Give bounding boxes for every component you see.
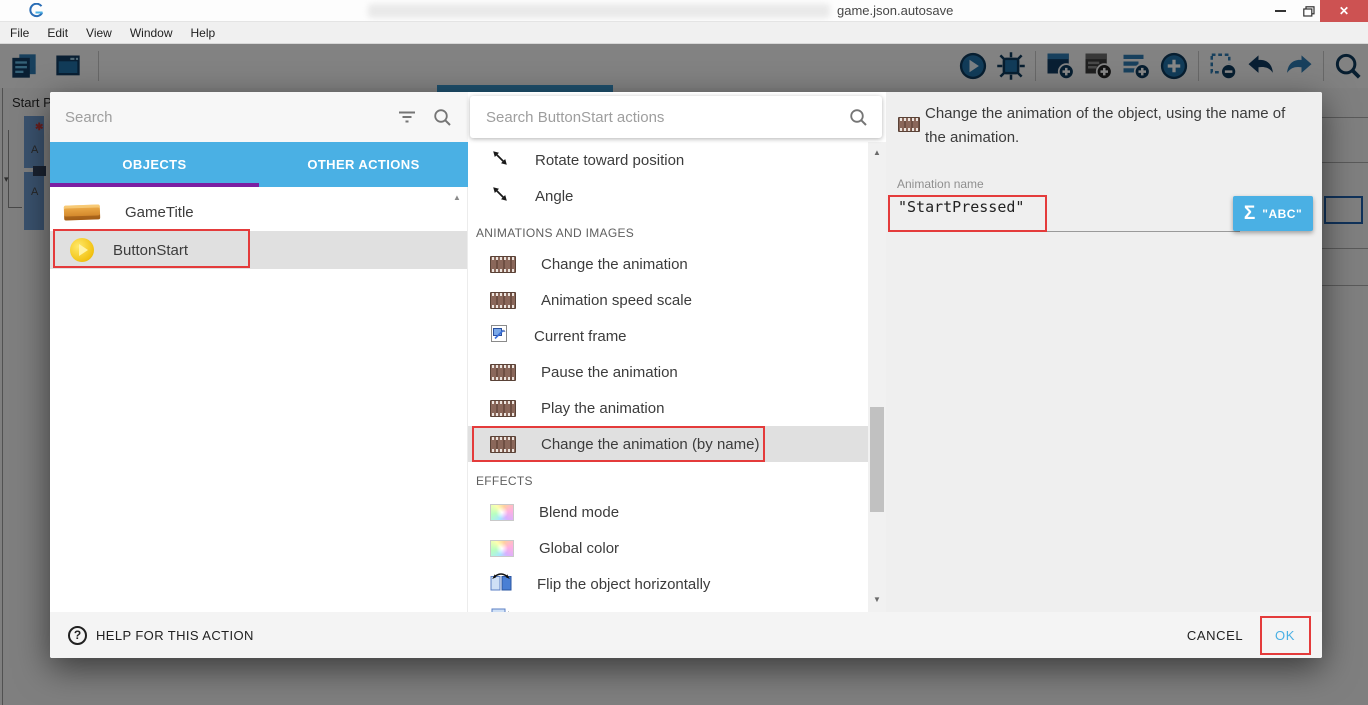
menu-bar: File Edit View Window Help (0, 22, 1368, 44)
action-row[interactable]: Rotate toward position (468, 142, 868, 178)
title-bar: game.json.autosave ✕ (0, 0, 1368, 22)
action-editor-dialog: OBJECTS OTHER ACTIONS GameTitle ButtonSt… (50, 92, 1322, 658)
section-header: ANIMATIONS AND IMAGES (468, 214, 868, 246)
object-row-gametitle[interactable]: GameTitle (50, 193, 467, 231)
film-icon (490, 436, 516, 453)
film-icon (490, 364, 516, 381)
actions-search-input[interactable] (470, 109, 849, 126)
buttonstart-thumbnail-icon (70, 238, 94, 262)
redacted-path-blur (368, 4, 830, 18)
gdevelop-logo-icon (28, 3, 45, 24)
gametitle-thumbnail-icon (64, 204, 101, 220)
rainbow-icon (490, 504, 514, 521)
animation-name-label: Animation name (897, 177, 984, 191)
actions-list: Rotate toward position Angle ANIMATIONS … (468, 142, 868, 612)
flip-horizontal-icon (490, 572, 512, 596)
cancel-button[interactable]: CANCEL (1178, 612, 1252, 658)
search-icon[interactable] (849, 108, 868, 127)
actions-search-bar (470, 96, 882, 138)
tab-objects[interactable]: OBJECTS (50, 142, 259, 187)
close-icon: ✕ (1339, 4, 1349, 18)
filter-icon[interactable] (397, 108, 417, 126)
action-row[interactable]: Blend mode (468, 494, 868, 530)
close-button[interactable]: ✕ (1320, 0, 1368, 22)
film-icon (490, 400, 516, 417)
animation-name-input[interactable] (898, 198, 1198, 216)
rotate-arrow-icon (490, 148, 510, 173)
actions-scrollbar[interactable]: ▲ ▼ (868, 142, 886, 612)
minimize-button[interactable] (1266, 0, 1294, 22)
objects-list: GameTitle ButtonStart (50, 187, 468, 612)
scroll-up-arrow-icon[interactable]: ▲ (873, 148, 881, 157)
rainbow-icon (490, 540, 514, 557)
menu-help[interactable]: Help (191, 26, 216, 40)
scroll-down-arrow-icon[interactable]: ▼ (873, 595, 881, 604)
frame-icon (490, 324, 509, 348)
action-row[interactable]: Animation speed scale (468, 282, 868, 318)
rotate-arrow-icon (490, 184, 510, 209)
film-icon (490, 292, 516, 309)
help-question-icon: ? (68, 626, 87, 645)
abc-label: "ABC" (1262, 207, 1302, 221)
help-link[interactable]: ? HELP FOR THIS ACTION (68, 612, 254, 658)
object-row-buttonstart[interactable]: ButtonStart (50, 231, 467, 269)
film-icon (490, 256, 516, 273)
film-icon (898, 117, 920, 132)
tab-other-actions[interactable]: OTHER ACTIONS (259, 142, 468, 187)
maximize-button[interactable] (1295, 0, 1323, 22)
action-row-partial[interactable] (468, 602, 868, 612)
action-row[interactable]: Global color (468, 530, 868, 566)
menu-view[interactable]: View (86, 26, 112, 40)
sigma-icon: Σ (1244, 203, 1255, 225)
parameters-panel: Change the animation of the object, usin… (886, 92, 1322, 612)
menu-edit[interactable]: Edit (47, 26, 68, 40)
ok-button[interactable]: OK (1262, 612, 1308, 658)
gdevelop-app-window: game.json.autosave ✕ File Edit View Wind… (0, 0, 1368, 705)
menu-window[interactable]: Window (130, 26, 173, 40)
search-icon[interactable] (433, 108, 452, 127)
action-row[interactable]: Flip the object horizontally (468, 566, 868, 602)
scrollbar-thumb[interactable] (870, 407, 884, 512)
action-row-change-animation-by-name[interactable]: Change the animation (by name) (468, 426, 868, 462)
action-row[interactable]: Angle (468, 178, 868, 214)
dialog-footer: ? HELP FOR THIS ACTION CANCEL OK (50, 612, 1322, 658)
action-row[interactable]: Pause the animation (468, 354, 868, 390)
action-row[interactable]: Play the animation (468, 390, 868, 426)
action-row[interactable]: Current frame (468, 318, 868, 354)
objects-tab-bar: OBJECTS OTHER ACTIONS (50, 142, 468, 187)
window-title: game.json.autosave (837, 3, 953, 18)
section-header: EFFECTS (468, 462, 868, 494)
action-row[interactable]: Change the animation (468, 246, 868, 282)
objects-search-input[interactable] (50, 109, 397, 126)
input-underline (897, 231, 1240, 232)
objects-search-bar (50, 92, 468, 142)
expression-editor-button[interactable]: Σ "ABC" (1233, 196, 1313, 231)
action-description: Change the animation of the object, usin… (925, 102, 1309, 150)
menu-file[interactable]: File (10, 26, 29, 40)
scroll-up-arrow-icon[interactable]: ▲ (453, 193, 461, 202)
